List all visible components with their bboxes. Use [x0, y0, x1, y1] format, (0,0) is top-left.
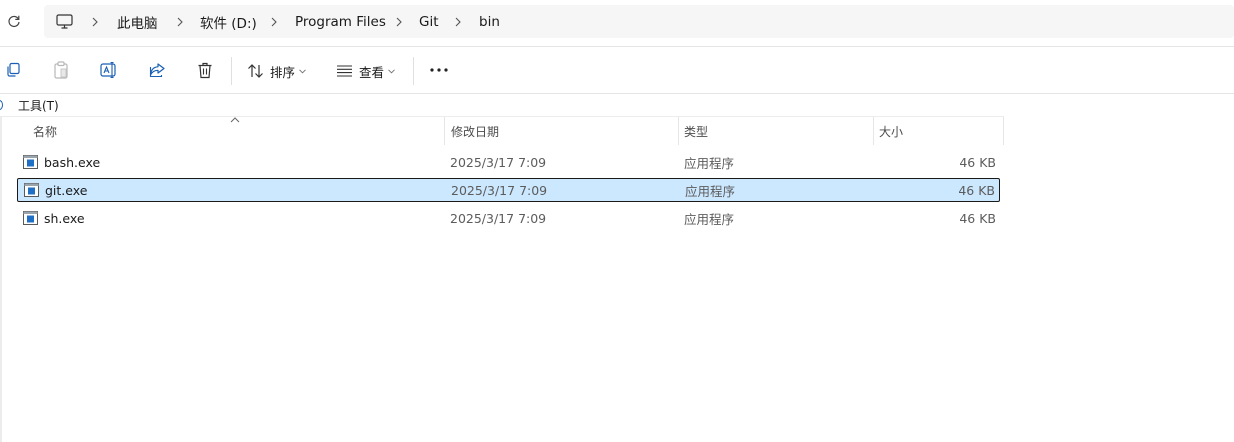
breadcrumb-this-pc[interactable]: 此电脑 [117, 5, 158, 38]
column-header-name[interactable]: 名称 [33, 117, 57, 145]
file-type: 应用程序 [684, 211, 735, 227]
file-name: bash.exe [44, 154, 101, 170]
file-modified: 2025/3/17 7:09 [451, 182, 548, 198]
column-separator[interactable] [678, 117, 679, 145]
breadcrumb-bin[interactable]: bin [479, 5, 500, 38]
toolbar-divider [231, 57, 232, 85]
file-explorer-window: 此电脑 软件 (D:) Program Files Git bin 排序 查看 … [0, 0, 1234, 442]
delete-icon[interactable] [194, 59, 216, 81]
file-row[interactable]: bash.exe 2025/3/17 7:09 应用程序 46 KB [17, 150, 1000, 174]
column-header-modified[interactable]: 修改日期 [451, 117, 499, 145]
chevron-right-icon [174, 5, 186, 38]
sort-ascending-icon [230, 117, 240, 123]
file-name-cell: bash.exe [21, 150, 100, 174]
column-separator[interactable] [1003, 117, 1004, 145]
copy-icon[interactable] [2, 59, 24, 81]
sort-label: 排序 [270, 64, 296, 80]
command-bar: 排序 查看 [0, 47, 1234, 94]
rename-icon[interactable] [98, 59, 120, 81]
computer-icon[interactable] [56, 5, 73, 38]
address-bar[interactable]: 此电脑 软件 (D:) Program Files Git bin [44, 5, 1234, 38]
exe-file-icon [23, 155, 38, 169]
breadcrumb-program-files[interactable]: Program Files [295, 5, 386, 38]
refresh-button[interactable] [4, 10, 24, 32]
file-row[interactable]: sh.exe 2025/3/17 7:09 应用程序 46 KB [17, 206, 1000, 230]
file-size: 46 KB [959, 210, 996, 226]
column-header-size[interactable]: 大小 [879, 117, 903, 145]
file-row-selected[interactable]: git.exe 2025/3/17 7:09 应用程序 46 KB [17, 178, 1000, 202]
view-icon [337, 65, 352, 77]
exe-file-icon [24, 183, 39, 197]
file-size: 46 KB [959, 154, 996, 170]
share-icon[interactable] [146, 59, 168, 81]
paste-icon[interactable] [50, 59, 72, 81]
address-row: 此电脑 软件 (D:) Program Files Git bin [0, 0, 1234, 47]
file-modified: 2025/3/17 7:09 [450, 210, 547, 226]
chevron-right-icon [393, 5, 405, 38]
more-icon[interactable] [428, 59, 450, 81]
menu-bar: 工具(T) [0, 95, 1234, 116]
column-header-row: 名称 修改日期 类型 大小 [0, 116, 1004, 145]
chevron-right-icon [452, 5, 464, 38]
chevron-down-icon [299, 68, 306, 74]
toolbar-divider [413, 57, 414, 85]
file-type: 应用程序 [684, 155, 735, 171]
view-button[interactable]: 查看 [336, 57, 395, 85]
breadcrumb-drive-d[interactable]: 软件 (D:) [200, 5, 257, 38]
column-separator[interactable] [873, 117, 874, 145]
chevron-down-icon [388, 68, 395, 74]
refresh-icon [8, 15, 20, 28]
menu-tools[interactable]: 工具(T) [18, 97, 59, 114]
file-name: git.exe [45, 182, 88, 198]
column-separator[interactable] [444, 117, 445, 145]
file-name-cell: git.exe [22, 178, 87, 202]
breadcrumb-git[interactable]: Git [419, 5, 439, 38]
file-modified: 2025/3/17 7:09 [450, 154, 547, 170]
file-name-cell: sh.exe [21, 206, 85, 230]
pane-border [0, 116, 2, 442]
file-name: sh.exe [44, 210, 85, 226]
chevron-right-icon [268, 5, 280, 38]
file-size: 46 KB [958, 182, 995, 198]
file-type: 应用程序 [685, 183, 736, 199]
sort-icon [248, 64, 263, 78]
menu-indicator [0, 100, 3, 110]
sort-button[interactable]: 排序 [247, 57, 306, 85]
chevron-right-icon [89, 5, 101, 38]
exe-file-icon [23, 211, 38, 225]
view-label: 查看 [359, 64, 385, 80]
column-header-type[interactable]: 类型 [684, 117, 708, 145]
